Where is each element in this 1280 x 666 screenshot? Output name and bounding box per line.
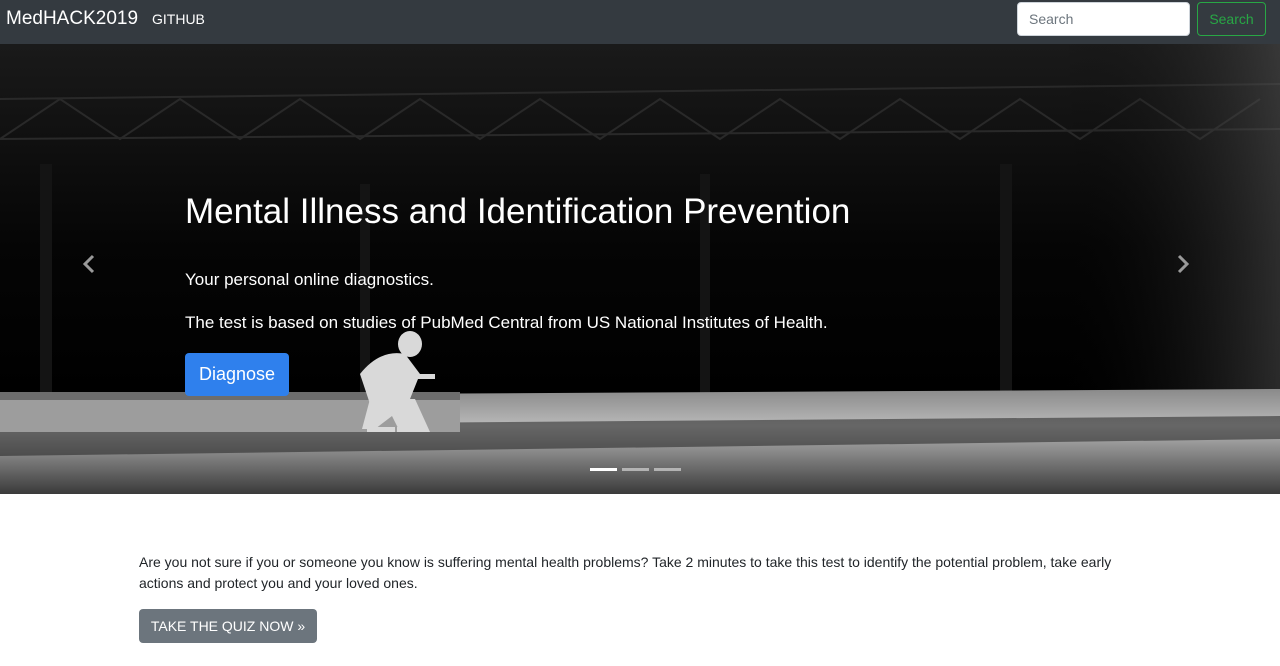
brand-link[interactable]: MedHACK2019 (6, 8, 138, 30)
hero-description: The test is based on studies of PubMed C… (185, 313, 828, 332)
search-input[interactable] (1017, 2, 1190, 36)
take-quiz-button[interactable]: TAKE THE QUIZ NOW » (139, 609, 317, 643)
carousel-prev-control[interactable] (77, 252, 101, 276)
search-button[interactable]: Search (1197, 2, 1266, 36)
top-navbar: MedHACK2019 GITHUB Search (0, 0, 1280, 44)
hero-background-image (0, 44, 1280, 494)
nav-link-github[interactable]: GITHUB (152, 11, 205, 28)
hero-title: Mental Illness and Identification Preven… (185, 192, 851, 231)
hero-carousel: Mental Illness and Identification Preven… (0, 44, 1280, 494)
chevron-left-icon (82, 254, 95, 274)
carousel-indicator[interactable] (590, 468, 617, 471)
carousel-indicator[interactable] (622, 468, 649, 471)
hero-subtitle: Your personal online diagnostics. (185, 270, 434, 289)
carousel-next-control[interactable] (1171, 252, 1195, 276)
carousel-indicators (590, 468, 681, 471)
carousel-indicator[interactable] (654, 468, 681, 471)
intro-text: Are you not sure if you or someone you k… (139, 554, 1112, 591)
diagnose-button[interactable]: Diagnose (185, 353, 289, 396)
chevron-right-icon (1177, 254, 1190, 274)
